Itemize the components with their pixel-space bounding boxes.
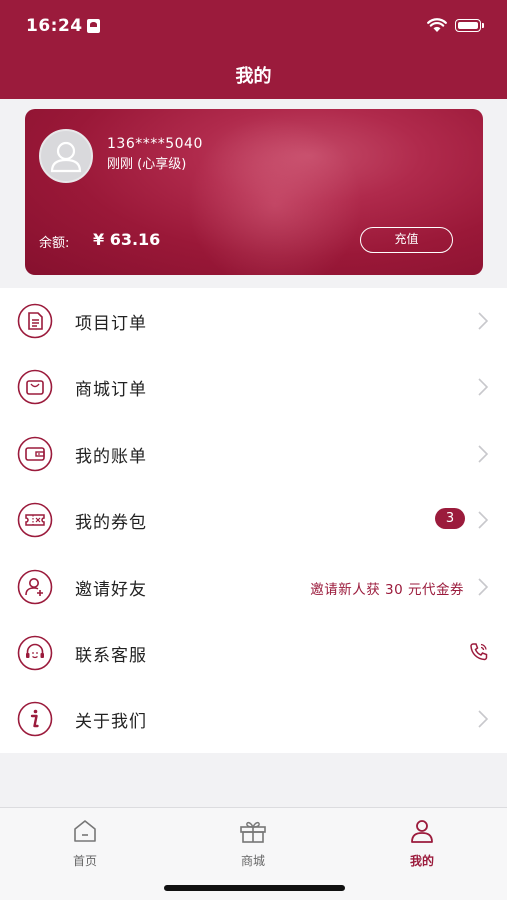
menu-item-label: 邀请好友: [75, 579, 147, 600]
page-title: 我的: [235, 66, 272, 87]
balance-label: 余额:: [39, 236, 70, 251]
member-level: 刚刚 (心享级): [107, 157, 187, 172]
battery-icon: [455, 19, 484, 32]
sim-icon: [87, 19, 100, 33]
menu-item-label: 联系客服: [75, 645, 147, 666]
menu-item-project-orders[interactable]: 项目订单: [0, 288, 507, 354]
menu-item-label: 商城订单: [75, 380, 147, 401]
avatar[interactable]: [39, 129, 93, 183]
wallet-icon: [17, 436, 53, 472]
shopping-bag-icon: [17, 370, 53, 405]
customer-service-icon: [17, 635, 53, 671]
tab-mall[interactable]: 商城: [213, 818, 293, 869]
tab-label: 我的: [409, 854, 434, 868]
menu-item-label: 关于我们: [75, 712, 147, 733]
status-bar: 16:24: [0, 14, 507, 38]
user-avatar-icon: [50, 141, 82, 173]
member-card: 136****5040 刚刚 (心享级) 余额: ¥ 63.16 充值: [25, 109, 483, 275]
document-icon: [17, 303, 53, 339]
info-icon: [17, 702, 53, 737]
chevron-right-icon: [478, 710, 488, 728]
card-decoration: [185, 119, 365, 275]
menu-item-customer-service[interactable]: 联系客服: [0, 620, 507, 686]
tab-home[interactable]: 首页: [45, 818, 125, 869]
balance-value: ¥ 63.16: [93, 230, 161, 249]
home-indicator: [164, 885, 345, 891]
invite-promo-text: 邀请新人获 30 元代金券: [310, 581, 464, 598]
tab-label: 首页: [72, 854, 97, 868]
menu-item-invite-friends[interactable]: 邀请好友 邀请新人获 30 元代金券: [0, 554, 507, 620]
status-time: 16:24: [26, 16, 83, 36]
menu-item-my-bills[interactable]: 我的账单: [0, 421, 507, 487]
app-header: 16:24 我的: [0, 0, 507, 99]
user-phone: 136****5040: [107, 136, 203, 152]
coupon-count-badge: 3: [435, 508, 465, 530]
user-icon: [411, 820, 433, 843]
chevron-right-icon: [478, 577, 488, 596]
menu-list: 项目订单 商城订单 我的账单 我的券包 3 邀请好友 邀请新人获 30 元代金券…: [0, 288, 507, 753]
tab-label: 商城: [240, 854, 265, 868]
menu-item-coupon-wallet[interactable]: 我的券包 3: [0, 487, 507, 553]
chevron-right-icon: [478, 445, 488, 463]
chevron-right-icon: [478, 312, 488, 330]
chevron-right-icon: [478, 511, 488, 529]
wifi-icon: [427, 18, 447, 32]
menu-item-about-us[interactable]: 关于我们: [0, 686, 507, 752]
home-icon: [74, 820, 96, 842]
chevron-right-icon: [478, 378, 488, 396]
recharge-button[interactable]: 充值: [360, 227, 453, 253]
menu-item-mall-orders[interactable]: 商城订单: [0, 354, 507, 420]
coupon-icon: [17, 502, 53, 538]
menu-item-label: 我的账单: [75, 446, 147, 467]
gift-icon: [240, 821, 266, 843]
add-user-icon: [17, 569, 53, 604]
menu-item-label: 项目订单: [75, 314, 147, 334]
phone-call-icon[interactable]: [468, 641, 490, 663]
menu-item-label: 我的券包: [75, 513, 147, 534]
tab-mine[interactable]: 我的: [382, 818, 462, 869]
